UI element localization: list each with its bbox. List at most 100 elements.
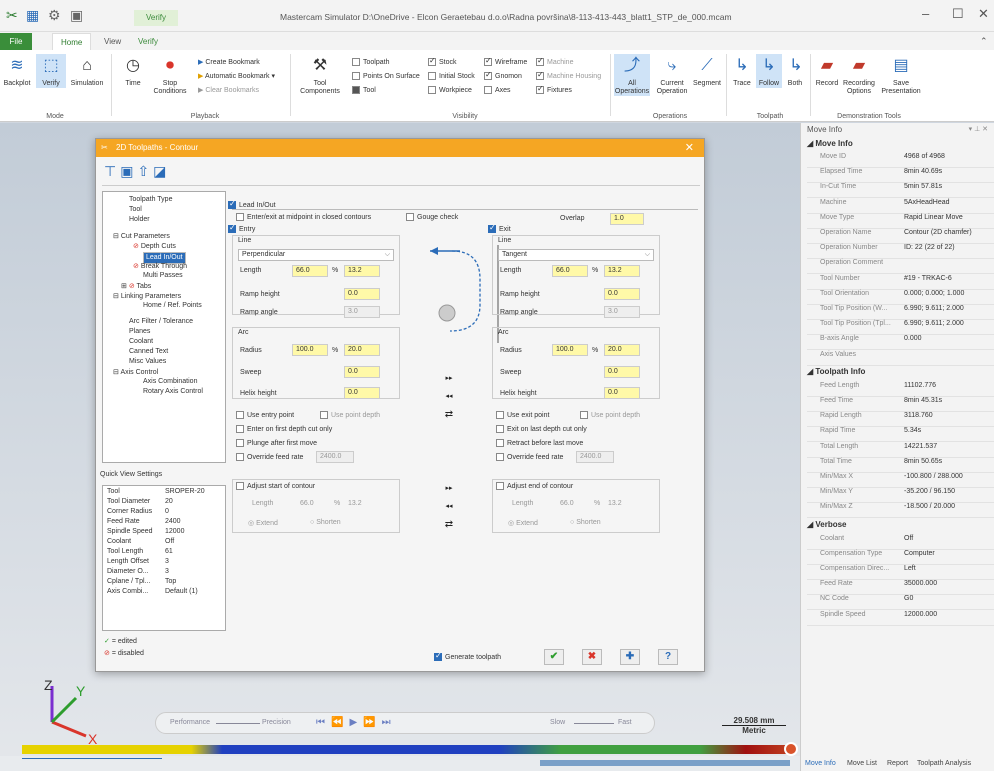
use-entry-point-checkbox[interactable]: Use entry point bbox=[236, 411, 294, 419]
recording-options-button[interactable]: ▰ Recording Options bbox=[842, 54, 876, 96]
tool-checkbox[interactable]: Tool bbox=[352, 86, 376, 94]
playback-controls[interactable]: ⏮⏪▶⏩⏭ bbox=[316, 717, 397, 728]
wireframe-checkbox[interactable]: Wireframe bbox=[484, 56, 527, 66]
tree-item-linking-parameters[interactable]: ⊟ Linking Parameters bbox=[113, 292, 181, 300]
tree-item-depth-cuts[interactable]: ⊘ Depth Cuts bbox=[133, 242, 176, 250]
toolbar-icon[interactable]: ▦ bbox=[26, 7, 39, 24]
gnomon-checkbox[interactable]: Gnomon bbox=[484, 70, 522, 80]
automatic-bookmark-button[interactable]: ▶ Automatic Bookmark ▾ bbox=[198, 72, 275, 80]
panel-tab[interactable]: Move Info bbox=[805, 760, 836, 767]
use-exit-point-checkbox[interactable]: Use exit point bbox=[496, 411, 549, 419]
play-icon[interactable]: ▶ bbox=[349, 717, 363, 728]
machine-housing-checkbox[interactable]: Machine Housing bbox=[536, 70, 601, 80]
timeline-handle[interactable] bbox=[784, 742, 798, 756]
speed-slider[interactable] bbox=[574, 723, 614, 724]
exit-ramp-angle-input[interactable]: 3.0 bbox=[604, 306, 640, 318]
adjust-end-shorten-radio[interactable]: ○ Shorten bbox=[570, 519, 601, 526]
entry-radius-input[interactable]: 100.0 bbox=[292, 344, 328, 356]
exit-length-pct-input[interactable]: 13.2 bbox=[604, 265, 640, 277]
entry-line-type-select[interactable]: Perpendicular ⌵ bbox=[238, 249, 394, 261]
simulation-button[interactable]: ⌂ Simulation bbox=[68, 54, 106, 88]
entry-length-pct-input[interactable]: 13.2 bbox=[344, 265, 380, 277]
section-move-info[interactable]: ◢ Move Info bbox=[807, 139, 853, 148]
stop-conditions-button[interactable]: ⏺ Stop Conditions bbox=[152, 54, 188, 96]
minimize-button[interactable]: – bbox=[922, 6, 929, 21]
tree-item-multi-passes[interactable]: Multi Passes bbox=[143, 272, 183, 279]
ok-button[interactable]: ✔ bbox=[544, 649, 564, 665]
clear-bookmarks-button[interactable]: ▶ Clear Bookmarks bbox=[198, 86, 259, 94]
entry-ramp-angle-input[interactable]: 3.0 bbox=[344, 306, 380, 318]
tab-file[interactable]: File bbox=[0, 33, 32, 50]
segment-button[interactable]: ⟋ Segment bbox=[692, 54, 722, 88]
swap-button[interactable]: ⇄ bbox=[442, 409, 456, 421]
toolbar-icon[interactable]: ▣ bbox=[70, 7, 83, 24]
tab-verify[interactable]: Verify bbox=[130, 33, 166, 50]
copy-right-button[interactable]: ▸▸ bbox=[442, 373, 456, 385]
tree-item-holder[interactable]: Holder bbox=[129, 216, 150, 223]
maximize-button[interactable]: ☐ bbox=[952, 6, 964, 22]
exit-length-input[interactable]: 66.0 bbox=[552, 265, 588, 277]
toolpath-checkbox[interactable]: Toolpath bbox=[352, 58, 389, 66]
gouge-check-checkbox[interactable]: Gouge check bbox=[406, 213, 458, 221]
tab-view[interactable]: View bbox=[96, 33, 129, 50]
tree-item-axis-control[interactable]: ⊟ Axis Control bbox=[113, 368, 158, 376]
exit-override-feed-checkbox[interactable]: Override feed rate bbox=[496, 453, 563, 461]
close-window-button[interactable]: ✕ bbox=[978, 6, 989, 22]
panel-pin-icon[interactable]: ▾ ⊥ ✕ bbox=[969, 125, 988, 133]
entry-override-feed-input[interactable]: 2400.0 bbox=[316, 451, 354, 463]
tree-item-home-ref-points[interactable]: Home / Ref. Points bbox=[143, 302, 202, 309]
overlap-input[interactable]: 1.0 bbox=[610, 213, 644, 225]
entry-sweep-input[interactable]: 0.0 bbox=[344, 366, 380, 378]
record-button[interactable]: ▰ Record bbox=[814, 54, 840, 88]
toolbar-icon[interactable]: ⚙ bbox=[48, 7, 61, 24]
entry-use-point-depth-checkbox[interactable]: Use point depth bbox=[320, 411, 380, 419]
help-button[interactable]: ? bbox=[658, 649, 678, 665]
entry-helix-input[interactable]: 0.0 bbox=[344, 387, 380, 399]
tree-item-canned-text[interactable]: Canned Text bbox=[129, 348, 168, 355]
trace-button[interactable]: ↳ Trace bbox=[730, 54, 754, 88]
first-icon[interactable]: ⏮ bbox=[316, 717, 331, 728]
verify-button[interactable]: ⬚ Verify bbox=[36, 54, 66, 88]
section-toolpath-info[interactable]: ◢ Toolpath Info bbox=[807, 367, 865, 376]
points-on-surface-checkbox[interactable]: Points On Surface bbox=[352, 72, 420, 80]
axes-checkbox[interactable]: Axes bbox=[484, 86, 511, 94]
last-icon[interactable]: ⏭ bbox=[382, 717, 397, 728]
dialog-close-button[interactable]: ✕ bbox=[685, 139, 694, 157]
exit-radius-pct-input[interactable]: 20.0 bbox=[604, 344, 640, 356]
all-operations-button[interactable]: ⤴ All Operations bbox=[614, 54, 650, 96]
entry-radius-pct-input[interactable]: 20.0 bbox=[344, 344, 380, 356]
adjust-end-length-value[interactable]: 66.0 bbox=[560, 500, 574, 507]
save-icon[interactable]: ▣ bbox=[120, 163, 137, 179]
tree-item-break-through[interactable]: ⊘ Break Through bbox=[133, 262, 187, 270]
panel-tab[interactable]: Move List bbox=[847, 760, 877, 767]
exit-line-type-select[interactable]: Tangent ⌵ bbox=[498, 249, 654, 261]
precision-slider[interactable] bbox=[216, 723, 260, 724]
retract-before-last-checkbox[interactable]: Retract before last move bbox=[496, 439, 583, 447]
tree-item-rotary-axis-control[interactable]: Rotary Axis Control bbox=[143, 388, 203, 395]
exit-ramp-height-input[interactable]: 0.0 bbox=[604, 288, 640, 300]
tree-item-planes[interactable]: Planes bbox=[129, 328, 150, 335]
tree-item-cut-parameters[interactable]: ⊟ Cut Parameters bbox=[113, 232, 170, 240]
position-slider[interactable] bbox=[22, 758, 162, 759]
tree-item-axis-combination[interactable]: Axis Combination bbox=[143, 378, 197, 385]
adjust-start-length-value[interactable]: 66.0 bbox=[300, 500, 314, 507]
exit-last-depth-checkbox[interactable]: Exit on last depth cut only bbox=[496, 425, 587, 433]
tree-item-toolpath-type[interactable]: Toolpath Type bbox=[129, 196, 172, 203]
adjust-end-checkbox[interactable]: Adjust end of contour bbox=[496, 482, 573, 490]
time-button[interactable]: ◷ Time bbox=[118, 54, 148, 88]
adjust-start-extend-radio[interactable]: ◎ Extend bbox=[248, 519, 278, 527]
initial-stock-checkbox[interactable]: Initial Stock bbox=[428, 72, 475, 80]
entry-override-feed-checkbox[interactable]: Override feed rate bbox=[236, 453, 303, 461]
adjust-start-shorten-radio[interactable]: ○ Shorten bbox=[310, 519, 341, 526]
open-icon[interactable]: ◪ bbox=[153, 163, 170, 179]
step-back-icon[interactable]: ⏪ bbox=[331, 717, 349, 728]
panel-tab[interactable]: Report bbox=[887, 760, 908, 767]
workpiece-checkbox[interactable]: Workpiece bbox=[428, 86, 472, 94]
save-presentation-button[interactable]: ▤ Save Presentation bbox=[878, 54, 924, 96]
machine-checkbox[interactable]: Machine bbox=[536, 56, 573, 66]
tree-item-arc-filter[interactable]: Arc Filter / Tolerance bbox=[129, 318, 193, 325]
current-operation-button[interactable]: ⤷ Current Operation bbox=[654, 54, 690, 96]
step-forward-icon[interactable]: ⏩ bbox=[363, 717, 381, 728]
entry-length-input[interactable]: 66.0 bbox=[292, 265, 328, 277]
enter-exit-midpoint-checkbox[interactable]: Enter/exit at midpoint in closed contour… bbox=[236, 213, 371, 221]
